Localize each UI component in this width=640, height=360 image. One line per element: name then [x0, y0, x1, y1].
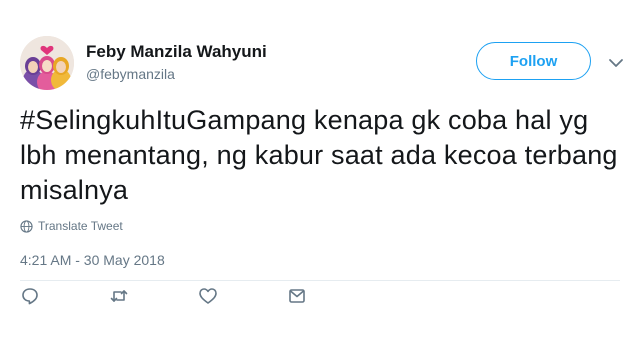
tweet-text: #SelingkuhItuGampang kenapa gk coba hal …: [20, 103, 630, 208]
heart-icon: [199, 288, 217, 304]
reply-button[interactable]: [20, 286, 40, 306]
retweet-button[interactable]: [109, 286, 129, 306]
reply-icon: [22, 288, 38, 305]
translate-tweet-link[interactable]: Translate Tweet: [20, 219, 123, 233]
chevron-down-icon[interactable]: [608, 56, 624, 68]
avatar-image: [20, 36, 74, 90]
tweet-actions: [20, 286, 376, 306]
timestamp[interactable]: 4:21 AM - 30 May 2018: [20, 252, 165, 268]
globe-icon: [20, 219, 33, 233]
hashtag-link[interactable]: #SelingkuhItuGampang: [20, 105, 306, 135]
message-button[interactable]: [287, 286, 307, 306]
envelope-icon: [289, 289, 305, 303]
retweet-icon: [110, 290, 128, 302]
like-button[interactable]: [198, 286, 218, 306]
author-name[interactable]: Feby Manzila Wahyuni: [86, 42, 267, 62]
divider: [20, 280, 620, 281]
author-handle[interactable]: @febymanzila: [86, 66, 175, 82]
avatar[interactable]: [20, 36, 74, 90]
tweet-card: Feby Manzila Wahyuni @febymanzila Follow…: [0, 0, 640, 360]
follow-button[interactable]: Follow: [476, 42, 591, 80]
translate-label: Translate Tweet: [38, 219, 123, 233]
